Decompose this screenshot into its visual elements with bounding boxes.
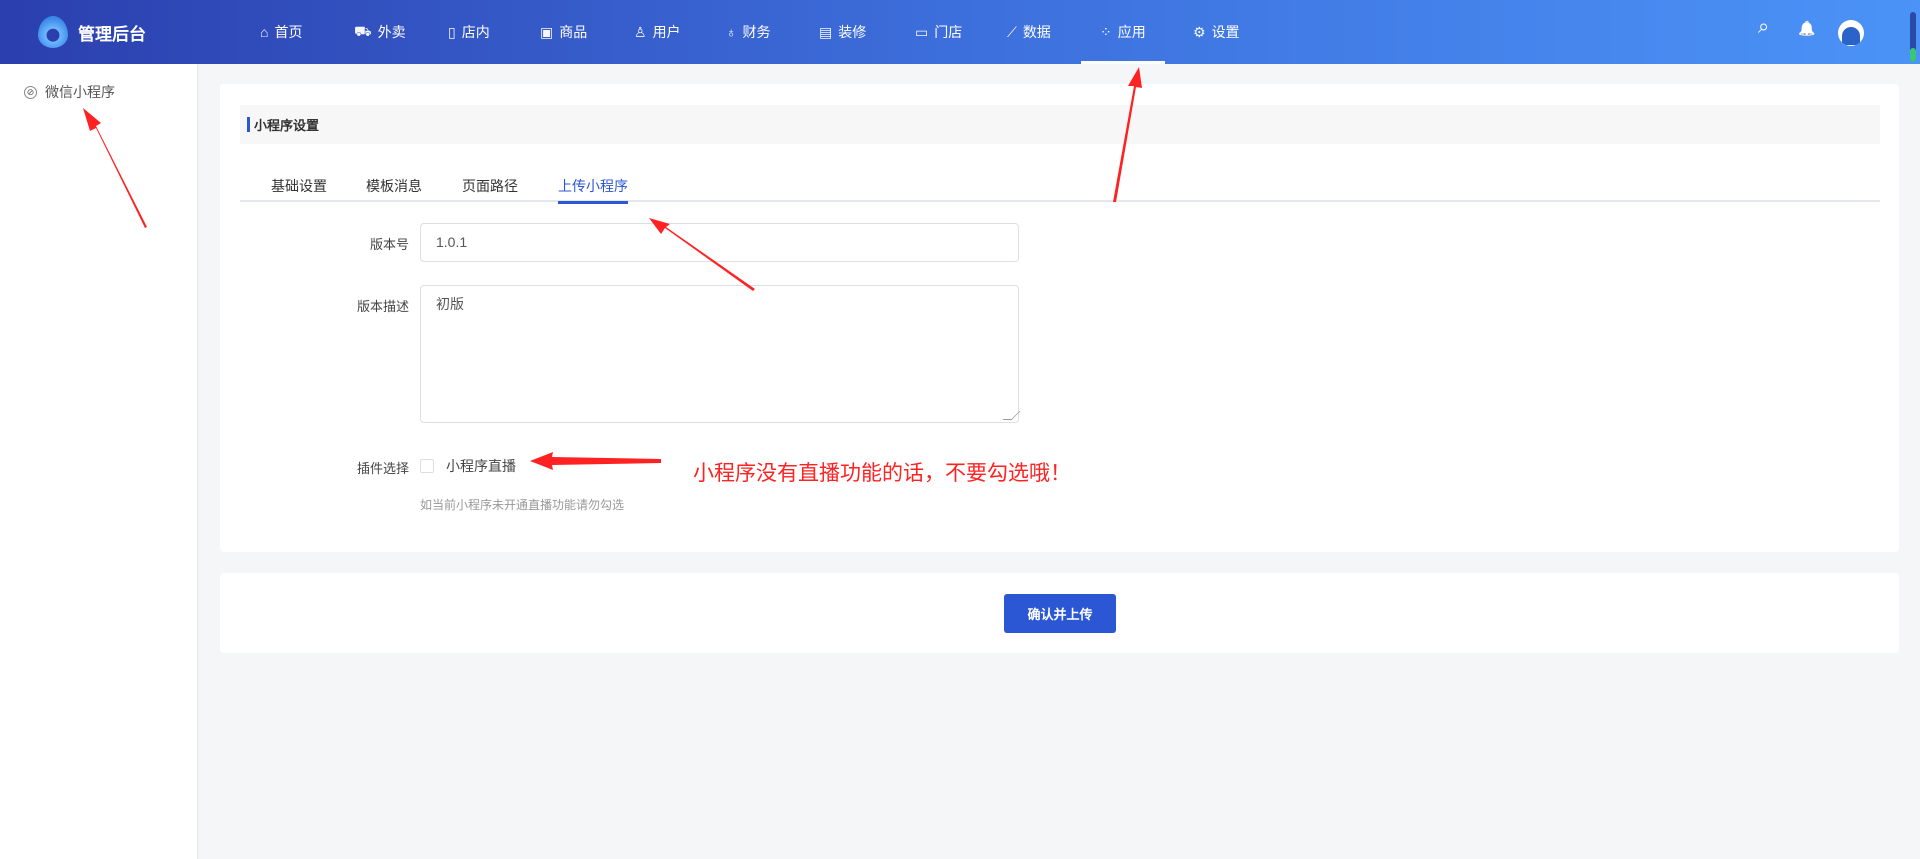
nav-decoration[interactable]: ▤ 装修 — [819, 0, 866, 64]
nav-label: 店内 — [461, 24, 490, 40]
avatar[interactable] — [1838, 20, 1864, 46]
nav-finance[interactable]: ♁ 财务 — [726, 0, 771, 64]
tab-page-paths[interactable]: 页面路径 — [462, 176, 518, 196]
nav-label: 财务 — [742, 24, 771, 40]
delivery-icon: ⛟ — [354, 22, 372, 39]
nav-label: 应用 — [1117, 24, 1146, 40]
submit-card: 确认并上传 — [220, 573, 1899, 653]
store-icon: ▭ — [915, 23, 929, 40]
top-header: 管理后台 ⌂ 首页 ⛟ 外卖 ▯ 店内 ▣ 商品 ♙ 用户 ♁ 财务 ▤ 装修 ▭ 门店 ⟋ 数据… — [0, 0, 1920, 64]
app-title: 管理后台 — [78, 24, 146, 44]
description-label: 版本描述 — [356, 299, 409, 314]
gear-icon: ⚙ — [1193, 23, 1206, 40]
version-label: 版本号 — [369, 237, 409, 252]
nav-label: 设置 — [1211, 24, 1240, 40]
nav-apps[interactable]: ⁘ 应用 — [1081, 0, 1165, 64]
section-title: 小程序设置 — [240, 105, 1880, 144]
nav-label: 首页 — [274, 24, 303, 40]
live-plugin-checkbox-row[interactable]: 小程序直播 — [420, 456, 516, 476]
version-input[interactable]: 1.0.1 — [420, 223, 1019, 262]
annotation-note: 小程序没有直播功能的话，不要勾选哦！ — [693, 462, 1071, 485]
nav-products[interactable]: ▣ 商品 — [540, 0, 587, 64]
nav-label: 门店 — [934, 24, 963, 40]
scrollbar[interactable] — [1910, 12, 1916, 62]
nav-home[interactable]: ⌂ 首页 — [260, 0, 302, 64]
sidebar-item-label: 微信小程序 — [45, 84, 115, 100]
plugin-hint: 如当前小程序未开通直播功能请勿勾选 — [420, 498, 625, 512]
plugin-label: 插件选择 — [356, 461, 409, 476]
user-icon: ♙ — [634, 23, 647, 40]
nav-label: 商品 — [559, 24, 588, 40]
chart-icon: ⟋ — [1007, 23, 1017, 40]
sidebar: ⊘ 微信小程序 — [0, 64, 198, 859]
nav-label: 外卖 — [377, 24, 406, 40]
door-icon: ▯ — [448, 23, 456, 40]
compass-icon: ⊘ — [24, 85, 37, 99]
tab-basic-settings[interactable]: 基础设置 — [271, 176, 327, 196]
tab-template-messages[interactable]: 模板消息 — [366, 176, 422, 196]
nav-label: 用户 — [652, 24, 681, 40]
logo[interactable]: 管理后台 — [38, 16, 146, 48]
nav-settings[interactable]: ⚙ 设置 — [1193, 0, 1240, 64]
nav-users[interactable]: ♙ 用户 — [634, 0, 681, 64]
nav-stores[interactable]: ▭ 门店 — [915, 0, 962, 64]
money-bag-icon: ♁ — [726, 24, 737, 40]
tab-bar: 基础设置 模板消息 页面路径 上传小程序 — [240, 166, 1880, 204]
home-icon: ⌂ — [260, 24, 269, 40]
confirm-upload-button[interactable]: 确认并上传 — [1004, 594, 1116, 633]
live-plugin-label: 小程序直播 — [446, 458, 516, 474]
description-textarea[interactable]: 初版 — [420, 285, 1019, 423]
bag-icon: ▣ — [540, 23, 554, 40]
bell-icon[interactable]: 🔔 — [1798, 20, 1815, 37]
nav-data[interactable]: ⟋ 数据 — [1007, 0, 1051, 64]
shop-icon: ▤ — [819, 23, 833, 40]
tab-upload-miniprogram[interactable]: 上传小程序 — [558, 176, 628, 204]
nav-label: 数据 — [1022, 24, 1051, 40]
sidebar-item-wechat-miniprogram[interactable]: ⊘ 微信小程序 — [24, 82, 115, 102]
nav-takeout[interactable]: ⛟ 外卖 — [354, 0, 406, 64]
nav-dine-in[interactable]: ▯ 店内 — [448, 0, 490, 64]
apps-grid-icon: ⁘ — [1100, 23, 1112, 40]
logo-icon — [38, 16, 68, 48]
search-icon[interactable]: ⌕ — [1758, 16, 1769, 39]
nav-label: 装修 — [838, 24, 867, 40]
live-plugin-checkbox[interactable] — [420, 459, 434, 473]
